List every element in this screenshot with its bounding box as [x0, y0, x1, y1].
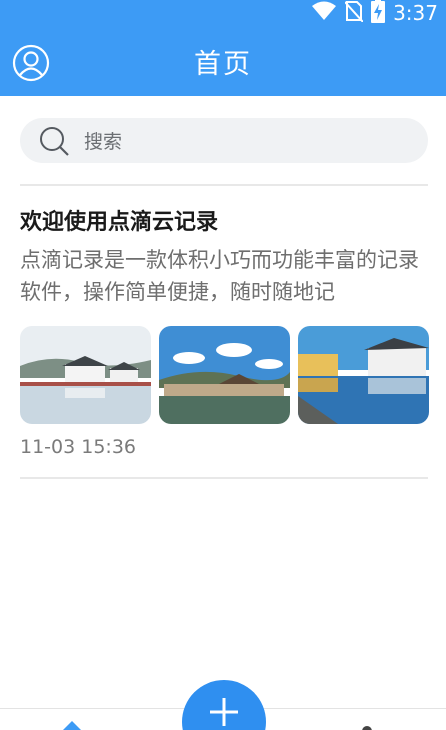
- add-note-button[interactable]: [182, 680, 266, 730]
- village-lake-photo[interactable]: [20, 326, 151, 424]
- search-placeholder: 搜索: [84, 131, 123, 153]
- note-body: 点滴记录是一款体积小巧而功能丰富的记录软件，操作简单便捷，随时随地记: [20, 248, 419, 304]
- search-bar[interactable]: 搜索: [20, 118, 428, 163]
- village-reflection-photo[interactable]: [298, 326, 429, 424]
- no-sim-icon: [344, 0, 364, 26]
- battery-charging-icon: [371, 0, 386, 27]
- wifi-icon: [311, 1, 337, 25]
- note-images: [20, 326, 430, 426]
- divider: [20, 477, 428, 479]
- person-icon[interactable]: [356, 718, 378, 730]
- town-riverside-photo[interactable]: [159, 326, 290, 424]
- page-title: 首页: [194, 48, 252, 80]
- title-row: 首页: [0, 26, 446, 96]
- app-bar: 3:37 首页: [0, 0, 446, 96]
- note-card[interactable]: 欢迎使用点滴云记录 点滴记录是一款体积小巧而功能丰富的记录软件，操作简单便捷，随…: [20, 186, 430, 478]
- plus-icon: [210, 698, 238, 726]
- note-title: 欢迎使用点滴云记录: [20, 210, 219, 235]
- status-bar: 3:37: [0, 0, 446, 26]
- search-icon: [38, 125, 70, 157]
- status-time: 3:37: [393, 1, 438, 25]
- home-icon[interactable]: [60, 716, 84, 730]
- note-timestamp: 11-03 15:36: [20, 436, 137, 458]
